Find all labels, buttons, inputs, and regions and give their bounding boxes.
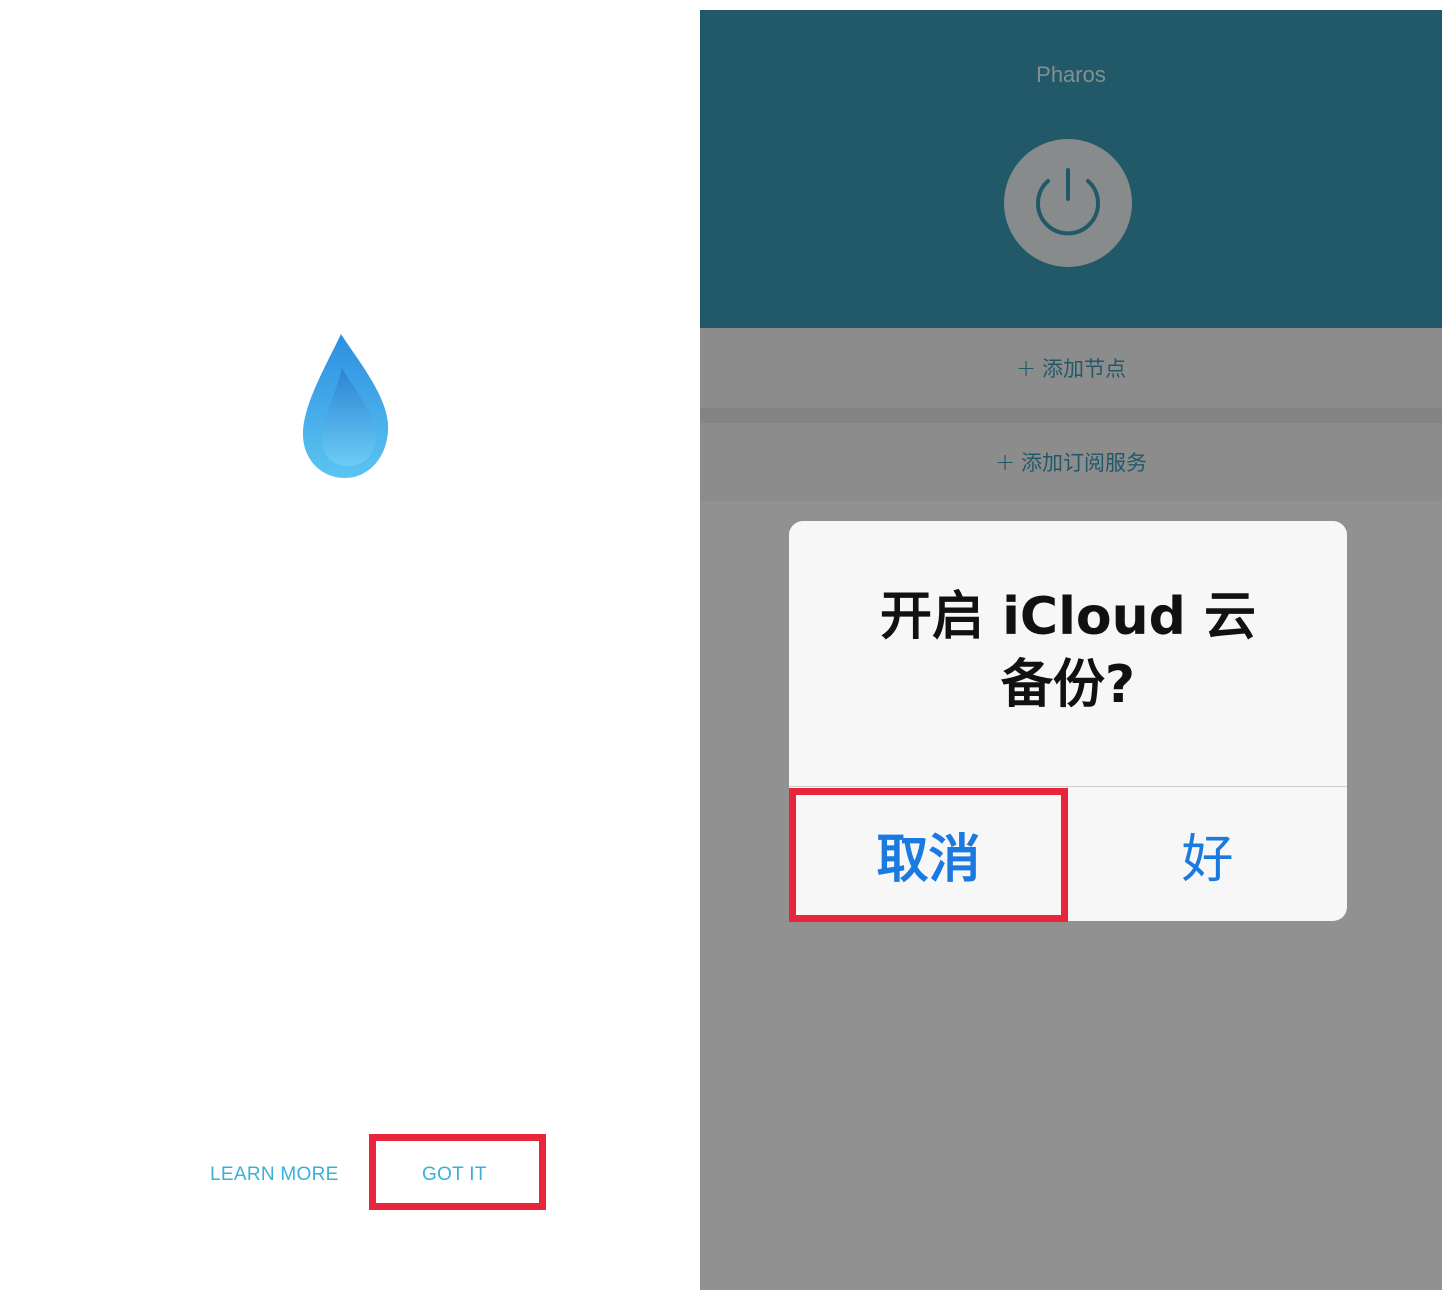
got-it-highlight-box: [369, 1134, 546, 1210]
alert-title: 开启 iCloud 云 备份?: [829, 583, 1307, 719]
water-drop-icon: [302, 334, 389, 478]
alert-title-line-2: 备份?: [1000, 655, 1136, 715]
cancel-highlight-box: [789, 788, 1068, 922]
left-screen: LEARN MORE GOT IT: [0, 0, 700, 1300]
ok-button[interactable]: 好: [1068, 787, 1347, 921]
right-screen: Pharos + 添加节点 + 添加订阅服务 开启 iCloud 云 备份? 取…: [700, 10, 1442, 1290]
alert-title-line-1: 开启 iCloud 云: [880, 587, 1256, 647]
learn-more-button[interactable]: LEARN MORE: [210, 1160, 339, 1190]
